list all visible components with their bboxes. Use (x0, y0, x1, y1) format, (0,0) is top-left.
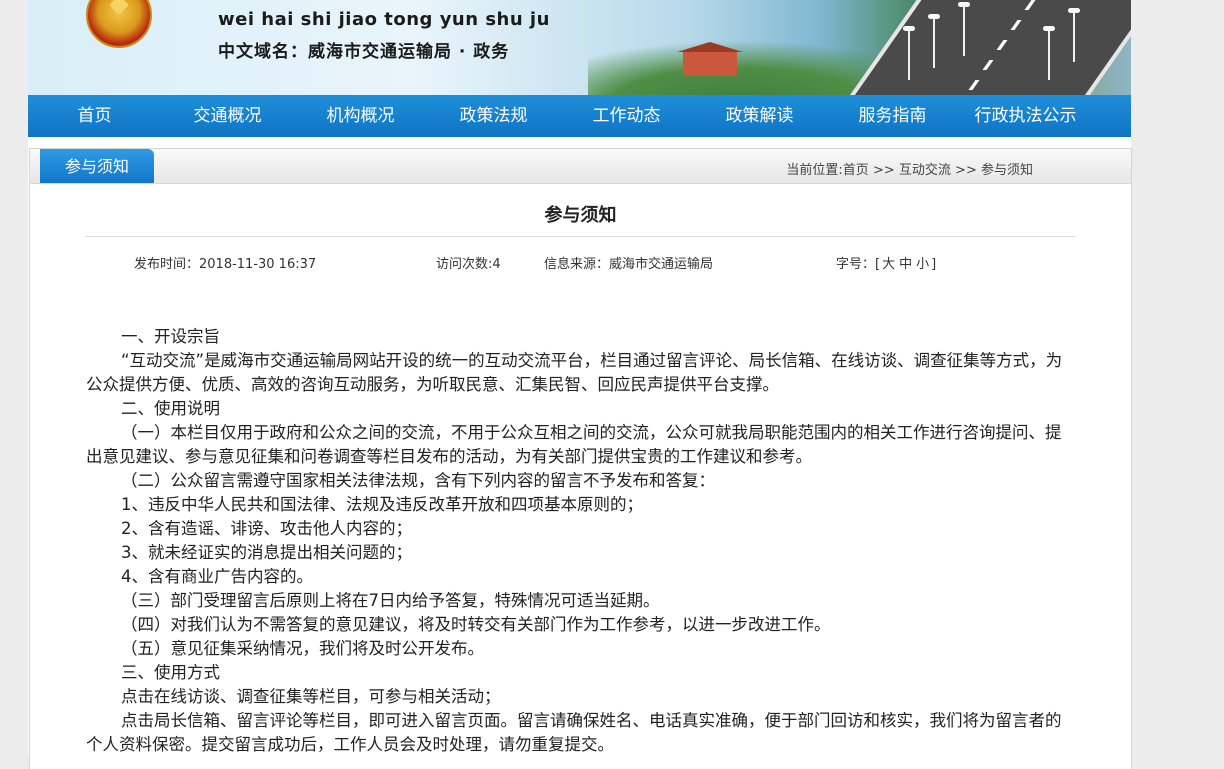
content-header: 参与须知 当前位置:首页 >> 互动交流 >> 参与须知 (30, 149, 1131, 184)
font-size-large-link[interactable]: 大 (882, 257, 895, 272)
paragraph: 2、含有造谣、诽谤、攻击他人内容的； (121, 519, 412, 538)
breadcrumb-interaction[interactable]: 互动交流 (899, 163, 951, 178)
nav-home[interactable]: 首页 (28, 95, 161, 137)
breadcrumb-current: 参与须知 (980, 163, 1033, 178)
main-nav: 首页 交通概况 机构概况 政策法规 工作动态 政策解读 服务指南 行政执法公示 (28, 95, 1131, 137)
nav-policy-interpretation[interactable]: 政策解读 (693, 95, 826, 137)
nav-organization[interactable]: 机构概况 (294, 95, 427, 137)
nav-work-news[interactable]: 工作动态 (560, 95, 693, 137)
streetlight-icon (928, 14, 940, 68)
paragraph: 点击局长信箱、留言评论等栏目，即可进入留言页面。留言请确保姓名、电话真实准确，便… (86, 711, 1062, 754)
font-size-switcher: 字号：[大中小] (836, 253, 936, 272)
streetlight-icon (1043, 26, 1055, 80)
national-emblem-icon (86, 0, 152, 48)
streetlight-icon (958, 2, 970, 56)
paragraph: 一、开设宗旨 (121, 327, 220, 346)
page: wei hai shi jiao tong yun shu ju 中文域名：威海… (28, 0, 1132, 769)
paragraph: （三）部门受理留言后原则上将在7日内给予答复，特殊情况可适当延期。 (121, 591, 660, 610)
title-divider (86, 236, 1076, 237)
streetlight-icon (903, 26, 915, 80)
breadcrumb-separator: >> (872, 163, 895, 178)
site-banner: wei hai shi jiao tong yun shu ju 中文域名：威海… (28, 0, 1131, 95)
paragraph: （一）本栏目仅用于政府和公众之间的交流，不用于公众互相之间的交流，公众可就我局职… (86, 423, 1062, 466)
paragraph: （五）意见征集采纳情况，我们将及时公开发布。 (121, 639, 484, 658)
font-size-label: 字号：[ (836, 257, 881, 272)
content-box: 参与须知 当前位置:首页 >> 互动交流 >> 参与须知 参与须知 发布时间：2… (29, 148, 1132, 769)
site-pinyin-name: wei hai shi jiao tong yun shu ju (218, 9, 550, 30)
nav-policies-regulations[interactable]: 政策法规 (427, 95, 560, 137)
info-source: 信息来源：威海市交通运输局 (544, 257, 714, 272)
banner-pavilion (677, 42, 743, 76)
breadcrumb-separator: >> (955, 163, 977, 178)
paragraph: 3、就未经证实的消息提出相关问题的； (121, 543, 412, 562)
article-title: 参与须知 (544, 205, 617, 226)
font-size-close: ] (931, 257, 937, 272)
site-chinese-domain: 中文域名：威海市交通运输局 · 政务 (218, 42, 510, 62)
nav-traffic-overview[interactable]: 交通概况 (161, 95, 294, 137)
paragraph: 4、含有商业广告内容的。 (121, 567, 313, 586)
breadcrumb-home[interactable]: 当前位置:首页 (786, 163, 868, 178)
font-size-medium-link[interactable]: 中 (899, 257, 912, 272)
nav-law-enforcement[interactable]: 行政执法公示 (959, 95, 1092, 137)
paragraph: “互动交流”是威海市交通运输局网站开设的统一的互动交流平台，栏目通过留言评论、局… (86, 351, 1063, 394)
nav-service-guide[interactable]: 服务指南 (826, 95, 959, 137)
paragraph: （四）对我们认为不需答复的意见建议，将及时转交有关部门作为工作参考，以进一步改进… (121, 615, 831, 634)
paragraph: （二）公众留言需遵守国家相关法律法规，含有下列内容的留言不予发布和答复： (121, 471, 715, 490)
section-tab: 参与须知 (40, 149, 154, 183)
paragraph: 三、使用方式 (121, 663, 220, 682)
visit-count: 访问次数:4 (436, 257, 501, 272)
breadcrumb: 当前位置:首页 >> 互动交流 >> 参与须知 (786, 159, 1033, 178)
paragraph: 1、违反中华人民共和国法律、法规及违反改革开放和四项基本原则的； (121, 495, 643, 514)
streetlight-icon (1068, 8, 1080, 62)
font-size-small-link[interactable]: 小 (916, 257, 929, 272)
publish-time: 发布时间：2018-11-30 16:37 (134, 257, 317, 272)
article-body: 一、开设宗旨 “互动交流”是威海市交通运输局网站开设的统一的互动交流平台，栏目通… (86, 325, 1076, 757)
paragraph: 点击在线访谈、调查征集等栏目，可参与相关活动； (121, 687, 501, 706)
paragraph: 二、使用说明 (121, 399, 220, 418)
